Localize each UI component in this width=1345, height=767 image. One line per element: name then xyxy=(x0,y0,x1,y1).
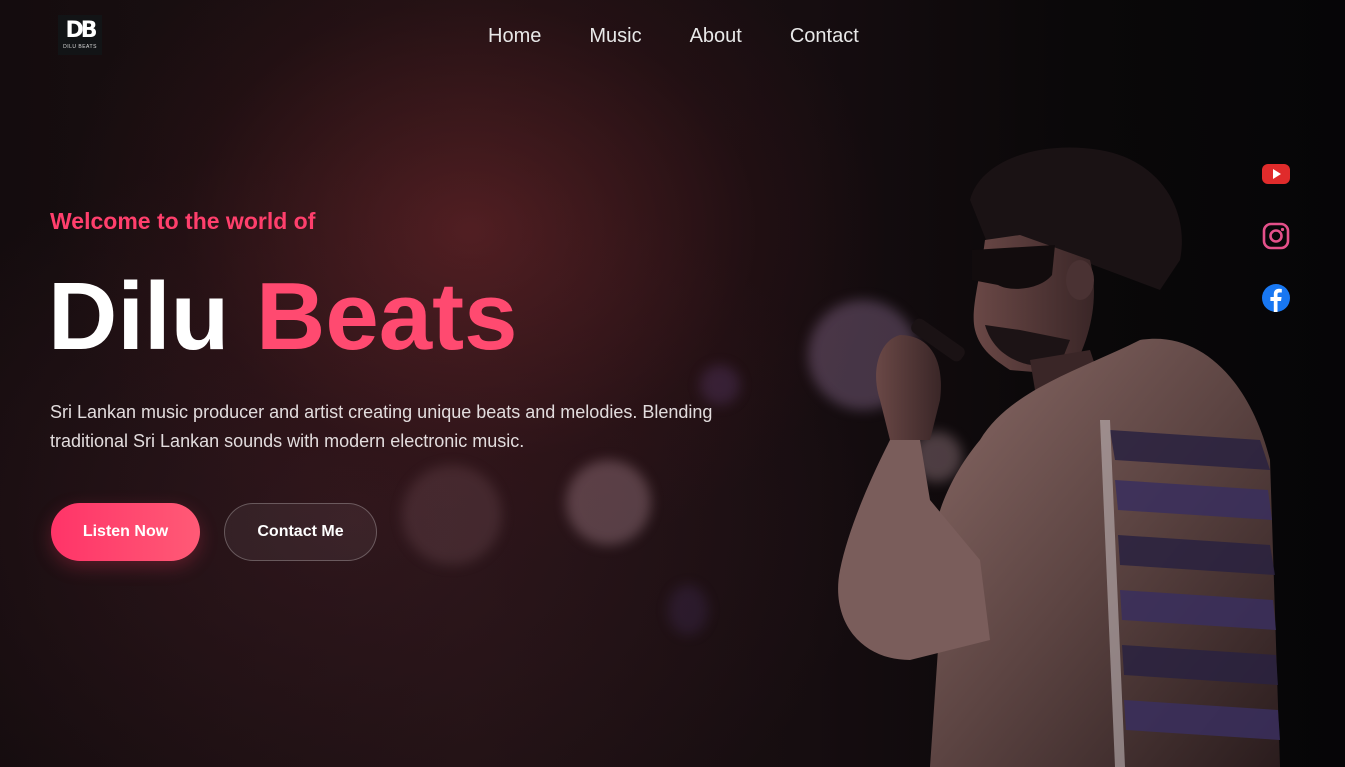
bokeh-light xyxy=(402,465,502,565)
facebook-icon[interactable] xyxy=(1260,284,1292,312)
logo-text: DILU BEATS xyxy=(63,44,97,50)
bokeh-light xyxy=(566,460,651,545)
brand-logo[interactable]: DB DILU BEATS xyxy=(58,15,102,55)
nav-music[interactable]: Music xyxy=(589,24,641,48)
nav-contact[interactable]: Contact xyxy=(790,24,859,48)
singer-photo xyxy=(838,147,1280,767)
youtube-icon[interactable] xyxy=(1260,160,1292,188)
welcome-tagline: Welcome to the world of xyxy=(50,208,316,234)
main-nav: Home Music About Contact xyxy=(488,24,859,48)
nav-about[interactable]: About xyxy=(690,24,742,48)
title-first: Dilu xyxy=(48,263,230,370)
listen-now-button[interactable]: Listen Now xyxy=(51,503,200,561)
title-second: Beats xyxy=(255,263,518,370)
hero-description: Sri Lankan music producer and artist cre… xyxy=(50,402,713,451)
logo-mark: DB xyxy=(65,18,97,43)
hero-section xyxy=(0,0,1345,767)
hero-title: Dilu Beats xyxy=(48,262,517,372)
contact-me-button[interactable]: Contact Me xyxy=(224,503,377,561)
social-links xyxy=(1260,160,1292,312)
bokeh-light xyxy=(668,585,708,635)
instagram-icon[interactable] xyxy=(1260,222,1292,250)
nav-home[interactable]: Home xyxy=(488,24,541,48)
